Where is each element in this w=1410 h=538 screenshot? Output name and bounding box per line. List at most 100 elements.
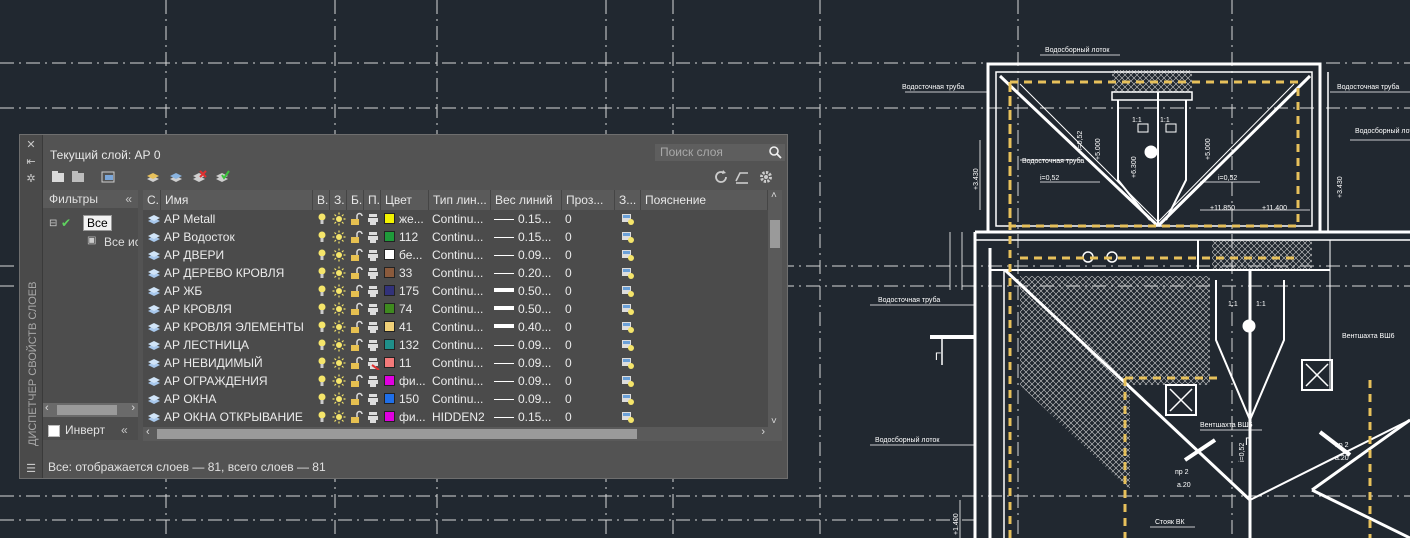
layer-lineweight[interactable]: 0.09... [491,390,562,408]
layer-row[interactable]: АР КРОВЛЯ ЭЛЕМЕНТЫ 41 Continu... 0.40... 0 [143,318,768,336]
layer-linetype[interactable]: Continu... [429,282,491,300]
col-lineweight[interactable]: Вес линий [491,190,562,210]
layer-linetype[interactable]: Continu... [429,264,491,282]
layer-color[interactable]: 150 [381,390,429,408]
layer-name[interactable]: АР НЕВИДИМЫЙ [161,354,313,372]
layer-name[interactable]: АР Водосток [161,228,313,246]
layer-name[interactable]: АР ОГРАЖДЕНИЯ [161,372,313,390]
layer-transparency[interactable]: 0 [562,408,615,426]
col-freeze[interactable]: З. [330,190,347,210]
layer-color[interactable]: 112 [381,228,429,246]
layers-vertical-scrollbar[interactable]: ˄ ˅ [768,190,782,427]
refresh-icon[interactable] [713,169,729,185]
layer-transparency[interactable]: 0 [562,354,615,372]
set-current-icon[interactable] [214,169,230,185]
new-layer-vp-frozen-icon[interactable] [168,169,184,185]
new-property-filter-icon[interactable] [50,169,66,185]
layer-color[interactable]: 11 [381,354,429,372]
layer-lineweight[interactable]: 0.15... [491,210,562,228]
layer-linetype[interactable]: Continu... [429,318,491,336]
layer-linetype[interactable]: Continu... [429,300,491,318]
delete-layer-icon[interactable] [191,169,207,185]
layer-color[interactable]: же... [381,210,429,228]
gear-icon[interactable] [758,169,774,185]
layer-linetype[interactable]: Continu... [429,246,491,264]
layer-linetype[interactable]: Continu... [429,354,491,372]
tree-expander-icon[interactable]: ⊟ [49,218,57,229]
col-new-vp-freeze[interactable]: З... [615,190,641,210]
layer-name[interactable]: АР ДВЕРИ [161,246,313,264]
layer-color[interactable]: 132 [381,336,429,354]
layer-lineweight[interactable]: 0.15... [491,228,562,246]
layer-transparency[interactable]: 0 [562,210,615,228]
filter-node-all[interactable]: Все [83,215,112,231]
col-status[interactable]: С. [143,190,161,210]
col-linetype[interactable]: Тип лин... [429,190,491,210]
layer-transparency[interactable]: 0 [562,390,615,408]
layer-row[interactable]: АР ОГРАЖДЕНИЯ фи... Continu... 0.09... 0 [143,372,768,390]
layer-row[interactable]: АР ЖБ 175 Continu... 0.50... 0 [143,282,768,300]
layer-row[interactable]: АР ОКНА 150 Continu... 0.09... 0 [143,390,768,408]
layer-row[interactable]: АР ОКНА ОТКРЫВАНИЕ фи... HIDDEN2 0.15... 0 [143,408,768,426]
layer-lineweight[interactable]: 0.40... [491,318,562,336]
layer-transparency[interactable]: 0 [562,282,615,300]
layer-lineweight[interactable]: 0.09... [491,354,562,372]
layer-lineweight[interactable]: 0.09... [491,246,562,264]
layer-transparency[interactable]: 0 [562,300,615,318]
layer-lineweight[interactable]: 0.15... [491,408,562,426]
layer-name[interactable]: АР КРОВЛЯ ЭЛЕМЕНТЫ [161,318,313,336]
layer-name[interactable]: АР Metall [161,210,313,228]
filters-scrollbar[interactable]: ‹ › [43,402,138,417]
layer-row[interactable]: АР Metall же... Continu... 0.15... 0 [143,210,768,228]
col-plot[interactable]: П. [364,190,381,210]
layer-states-manager-icon[interactable] [100,169,116,185]
layer-lineweight[interactable]: 0.09... [491,372,562,390]
layer-transparency[interactable]: 0 [562,228,615,246]
layer-row[interactable]: АР ДВЕРИ бе... Continu... 0.09... 0 [143,246,768,264]
layer-settings-icon[interactable] [734,169,750,185]
layer-linetype[interactable]: Continu... [429,390,491,408]
col-color[interactable]: Цвет [381,190,429,210]
layer-row[interactable]: АР Водосток 112 Continu... 0.15... 0 [143,228,768,246]
layer-name[interactable]: АР ЛЕСТНИЦА [161,336,313,354]
search-icon[interactable] [768,145,782,159]
layer-transparency[interactable]: 0 [562,264,615,282]
layer-color[interactable]: фи... [381,408,429,426]
layer-search-input[interactable]: Поиск слоя [655,144,785,161]
layer-row[interactable]: АР НЕВИДИМЫЙ 11 Continu... 0.09... 0 [143,354,768,372]
layer-row[interactable]: АР КРОВЛЯ 74 Continu... 0.50... 0 [143,300,768,318]
palette-title-strip[interactable]: ✕ ⇤ ✲ ДИСПЕТЧЕР СВОЙСТВ СЛОЕВ ☰ [20,135,43,478]
layer-linetype[interactable]: Continu... [429,372,491,390]
layer-linetype[interactable]: Continu... [429,336,491,354]
layer-color[interactable]: бе... [381,246,429,264]
filter-node-used[interactable]: Все ис [104,235,138,249]
new-layer-icon[interactable] [145,169,161,185]
layer-lineweight[interactable]: 0.50... [491,300,562,318]
layer-transparency[interactable]: 0 [562,318,615,336]
layer-lineweight[interactable]: 0.09... [491,336,562,354]
layer-lineweight[interactable]: 0.20... [491,264,562,282]
layers-table[interactable]: С. Имя В. З. Б. П. Цвет Тип лин... Вес л… [143,190,768,427]
layer-linetype[interactable]: Continu... [429,228,491,246]
layer-color[interactable]: 175 [381,282,429,300]
col-name[interactable]: Имя [161,190,313,210]
col-description[interactable]: Пояснение [641,190,768,210]
layer-linetype[interactable]: Continu... [429,210,491,228]
col-lock[interactable]: Б. [347,190,364,210]
layer-linetype[interactable]: HIDDEN2 [429,408,491,426]
collapse-filters-icon[interactable]: « [125,190,132,208]
layer-transparency[interactable]: 0 [562,372,615,390]
col-on[interactable]: В. [313,190,330,210]
layers-horizontal-scrollbar[interactable]: ‹ › [143,426,782,441]
layer-color[interactable]: 33 [381,264,429,282]
col-transparency[interactable]: Проз... [562,190,615,210]
layer-row[interactable]: АР ДЕРЕВО КРОВЛЯ 33 Continu... 0.20... 0 [143,264,768,282]
layer-lineweight[interactable]: 0.50... [491,282,562,300]
layer-name[interactable]: АР ЖБ [161,282,313,300]
layer-color[interactable]: фи... [381,372,429,390]
layer-properties-manager[interactable]: ✕ ⇤ ✲ ДИСПЕТЧЕР СВОЙСТВ СЛОЕВ ☰ Текущий … [19,134,788,479]
layer-name[interactable]: АР ОКНА ОТКРЫВАНИЕ [161,408,313,426]
new-group-filter-icon[interactable] [70,169,86,185]
layer-name[interactable]: АР ДЕРЕВО КРОВЛЯ [161,264,313,282]
layer-name[interactable]: АР ОКНА [161,390,313,408]
